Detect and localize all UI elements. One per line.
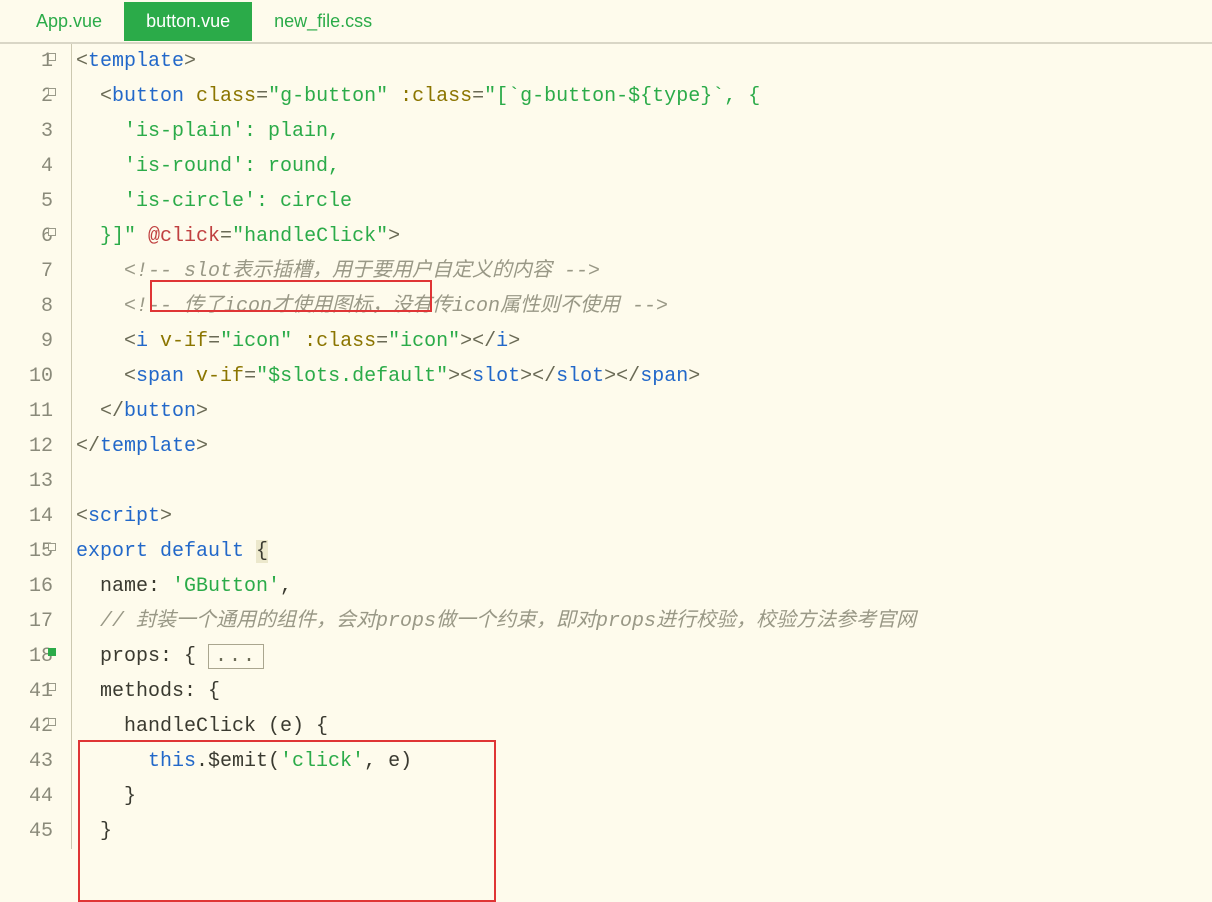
line-number: 13 <box>0 464 53 499</box>
code-line[interactable]: </template> <box>76 429 1212 464</box>
line-number: 4 <box>0 149 53 184</box>
code-line[interactable]: </button> <box>76 394 1212 429</box>
line-number: 10 <box>0 359 53 394</box>
line-number: 8 <box>0 289 53 324</box>
fold-toggle-icon[interactable] <box>48 543 56 551</box>
code-line[interactable]: 'is-round': round, <box>76 149 1212 184</box>
line-number: 5 <box>0 184 53 219</box>
code-editor[interactable]: 1 2 3 4 5 6 7 8 9 10 11 12 13 14 15 16 1… <box>0 44 1212 849</box>
code-line[interactable]: <span v-if="$slots.default"><slot></slot… <box>76 359 1212 394</box>
line-number: 41 <box>0 674 53 709</box>
line-number: 42 <box>0 709 53 744</box>
line-number: 16 <box>0 569 53 604</box>
line-number: 45 <box>0 814 53 849</box>
fold-toggle-icon[interactable] <box>48 88 56 96</box>
line-number: 1 <box>0 44 53 79</box>
tab-app-vue[interactable]: App.vue <box>14 2 124 41</box>
tab-button-vue[interactable]: button.vue <box>124 2 252 41</box>
code-line[interactable]: this.$emit('click', e) <box>76 744 1212 779</box>
code-line[interactable]: }]" @click="handleClick"> <box>76 219 1212 254</box>
line-number: 6 <box>0 219 53 254</box>
fold-toggle-icon[interactable] <box>48 53 56 61</box>
code-line[interactable]: } <box>76 814 1212 849</box>
code-line[interactable]: export default { <box>76 534 1212 569</box>
code-line[interactable]: handleClick (e) { <box>76 709 1212 744</box>
fold-toggle-icon[interactable] <box>48 228 56 236</box>
line-number: 18 <box>0 639 53 674</box>
code-line[interactable]: <script> <box>76 499 1212 534</box>
line-number: 17 <box>0 604 53 639</box>
line-number: 15 <box>0 534 53 569</box>
line-number: 44 <box>0 779 53 814</box>
code-line[interactable]: <!-- 传了icon才使用图标，没有传icon属性则不使用 --> <box>76 289 1212 324</box>
line-number: 43 <box>0 744 53 779</box>
fold-toggle-icon[interactable] <box>48 718 56 726</box>
fold-column <box>48 44 60 849</box>
code-line[interactable]: <i v-if="icon" :class="icon"></i> <box>76 324 1212 359</box>
tab-new-file-css[interactable]: new_file.css <box>252 2 394 41</box>
line-number: 3 <box>0 114 53 149</box>
line-number: 9 <box>0 324 53 359</box>
code-line[interactable]: <template> <box>76 44 1212 79</box>
folded-code-icon[interactable]: ... <box>208 644 264 669</box>
code-line[interactable]: } <box>76 779 1212 814</box>
code-line[interactable]: 'is-plain': plain, <box>76 114 1212 149</box>
fold-toggle-icon[interactable] <box>48 683 56 691</box>
line-gutter: 1 2 3 4 5 6 7 8 9 10 11 12 13 14 15 16 1… <box>0 44 72 849</box>
code-line[interactable]: methods: { <box>76 674 1212 709</box>
code-line[interactable]: // 封装一个通用的组件，会对props做一个约束，即对props进行校验，校验… <box>76 604 1212 639</box>
fold-toggle-collapsed-icon[interactable] <box>48 648 56 656</box>
code-line[interactable] <box>76 464 1212 499</box>
code-line[interactable]: <!-- slot表示插槽，用于要用户自定义的内容 --> <box>76 254 1212 289</box>
code-line[interactable]: <button class="g-button" :class="[`g-but… <box>76 79 1212 114</box>
line-number: 11 <box>0 394 53 429</box>
code-content[interactable]: <template> <button class="g-button" :cla… <box>72 44 1212 849</box>
code-line[interactable]: props: { ... <box>76 639 1212 674</box>
code-line[interactable]: name: 'GButton', <box>76 569 1212 604</box>
editor-tabs: App.vue button.vue new_file.css <box>0 0 1212 44</box>
line-number: 14 <box>0 499 53 534</box>
line-number: 12 <box>0 429 53 464</box>
code-line[interactable]: 'is-circle': circle <box>76 184 1212 219</box>
line-number: 7 <box>0 254 53 289</box>
line-number: 2 <box>0 79 53 114</box>
